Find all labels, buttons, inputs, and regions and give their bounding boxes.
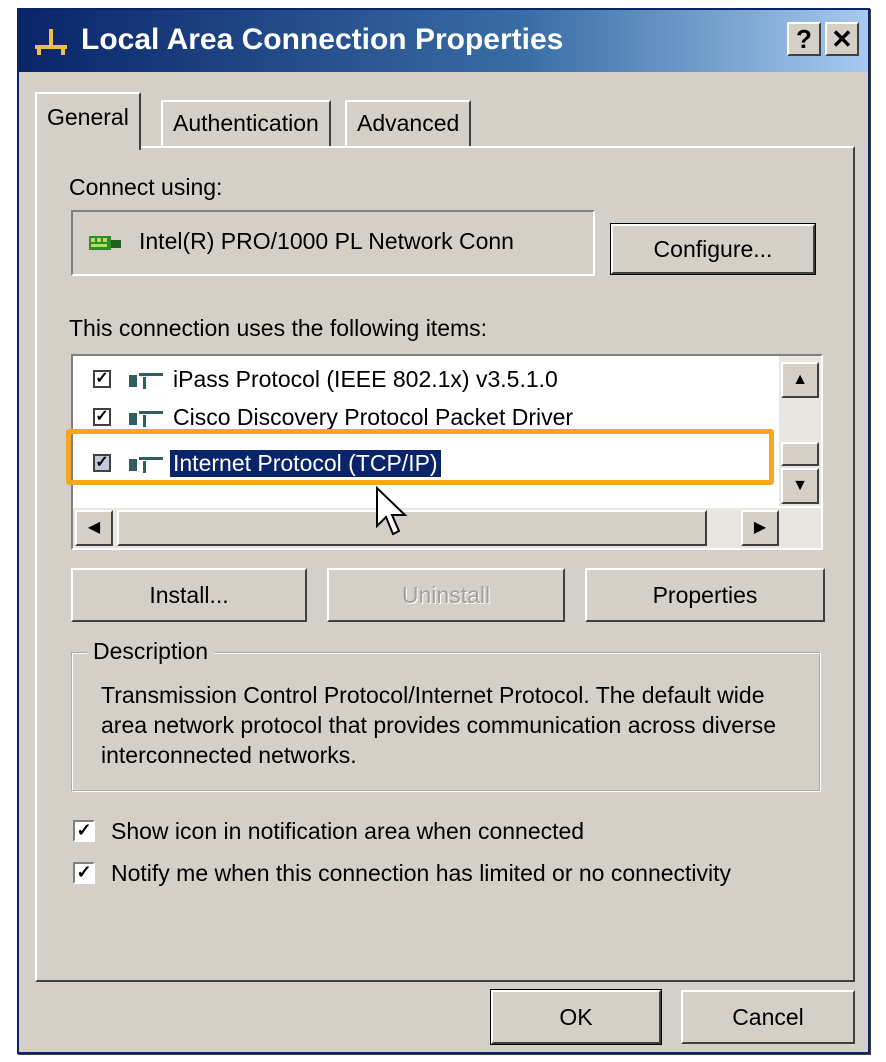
protocol-icon [129,411,163,427]
show-icon-checkbox[interactable]: ✓ [73,820,95,842]
adapter-name: Intel(R) PRO/1000 PL Network Conn [139,228,514,254]
ok-button[interactable]: OK [490,989,662,1045]
title-bar[interactable]: Local Area Connection Properties ? ✕ [19,10,868,72]
network-connection-icon [35,29,67,55]
scroll-down-icon[interactable]: ▼ [781,468,819,504]
connect-using-label: Connect using: [69,174,223,200]
configure-button[interactable]: Configure... [610,223,816,275]
tab-general[interactable]: General [35,92,141,150]
scroll-left-icon[interactable]: ◀ [75,510,113,546]
install-button[interactable]: Install... [71,568,307,622]
item-checkbox[interactable]: ✓ [93,370,111,388]
list-item[interactable]: ✓ iPass Protocol (IEEE 802.1x) v3.5.1.0 [73,362,783,398]
uninstall-button[interactable]: Uninstall [327,568,565,622]
properties-button[interactable]: Properties [585,568,825,622]
horizontal-scrollbar[interactable]: ◀ ▶ [73,508,821,548]
protocol-icon [129,373,163,389]
description-group: Description Transmission Control Protoco… [71,638,821,792]
tab-authentication[interactable]: Authentication [161,100,331,146]
cancel-button[interactable]: Cancel [681,990,855,1044]
properties-dialog: Local Area Connection Properties ? ✕ Gen… [17,8,870,1054]
scroll-thumb[interactable] [781,442,819,466]
notify-label: Notify me when this connection has limit… [111,860,732,886]
highlight-box [66,429,774,485]
item-checkbox[interactable]: ✓ [93,408,111,426]
mouse-cursor-icon [376,486,408,536]
horizontal-scroll-thumb[interactable] [117,510,707,546]
description-text: Transmission Control Protocol/Internet P… [101,682,776,768]
tab-advanced[interactable]: Advanced [345,100,472,146]
notify-checkbox[interactable]: ✓ [73,862,95,884]
help-button[interactable]: ? [787,22,821,56]
network-adapter-icon [89,236,121,250]
item-label: iPass Protocol (IEEE 802.1x) v3.5.1.0 [173,366,558,392]
scroll-right-icon[interactable]: ▶ [741,510,779,546]
description-legend: Description [87,638,215,665]
show-icon-label: Show icon in notification area when conn… [111,818,585,844]
items-label: This connection uses the following items… [69,315,488,341]
vertical-scrollbar[interactable]: ▲ ▼ [779,356,821,506]
close-button[interactable]: ✕ [825,22,859,56]
window-title: Local Area Connection Properties [81,23,564,56]
item-label: Cisco Discovery Protocol Packet Driver [173,404,574,430]
adapter-field: Intel(R) PRO/1000 PL Network Conn [71,210,595,276]
scroll-up-icon[interactable]: ▲ [781,362,819,398]
